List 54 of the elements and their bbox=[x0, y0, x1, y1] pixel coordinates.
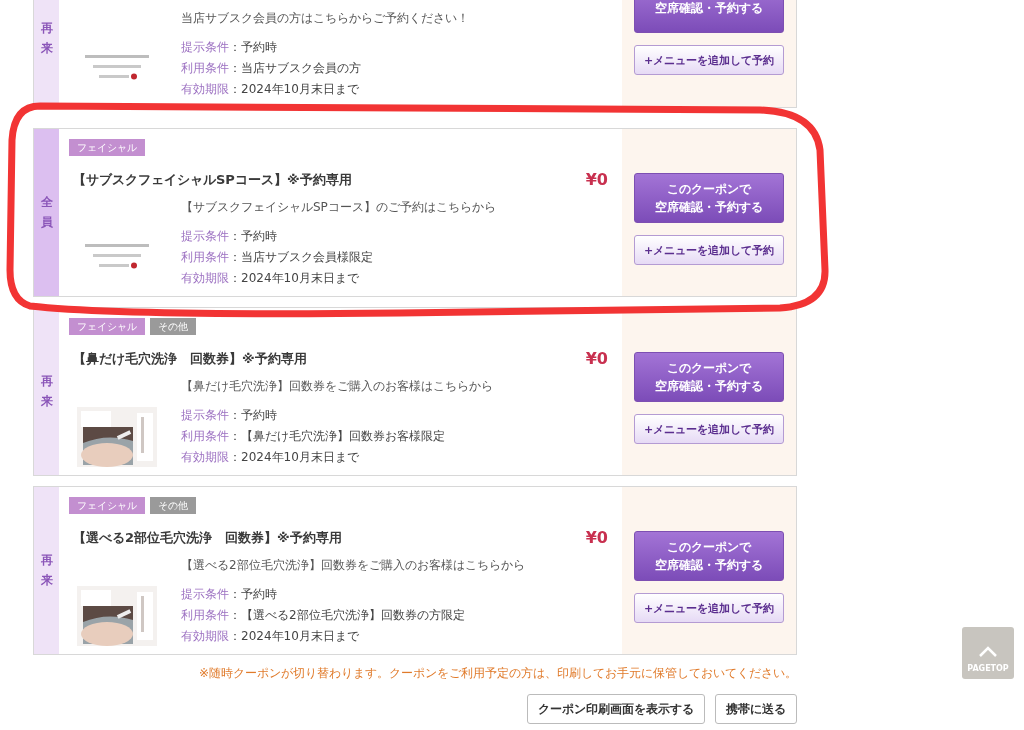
condition-label: 提示条件 bbox=[181, 407, 229, 423]
condition-value: ：予約時 bbox=[229, 407, 277, 423]
condition-label: 提示条件 bbox=[181, 228, 229, 244]
condition-label: 提示条件 bbox=[181, 586, 229, 602]
reserve-button[interactable]: このクーポンで 空席確認・予約する bbox=[634, 352, 784, 402]
notice-text: ※随時クーポンが切り替わります。クーポンをご利用予定の方は、印刷してお手元に保管しておいてください。 bbox=[198, 665, 797, 682]
coupon-title: 【鼻だけ毛穴洗浄 回数券】※予約専用 bbox=[73, 349, 307, 368]
category-tag: その他 bbox=[150, 497, 196, 514]
condition-label: 利用条件 bbox=[181, 60, 229, 76]
category-tag: フェイシャル bbox=[69, 497, 145, 514]
coupon-description: 当店サブスク会員の方はこちらからご予約ください！ bbox=[181, 10, 470, 27]
chevron-up-icon bbox=[978, 646, 998, 658]
add-menu-button[interactable]: +メニューを追加して予約 bbox=[634, 45, 784, 75]
condition-value: ：【鼻だけ毛穴洗浄】回数券お客様限定 bbox=[229, 428, 445, 444]
target-label: 再来 bbox=[34, 308, 59, 475]
reserve-button[interactable]: 空席確認・予約する bbox=[634, 0, 784, 33]
condition-value: ：当店サブスク会員様限定 bbox=[229, 249, 373, 265]
category-tag: フェイシャル bbox=[69, 139, 145, 156]
condition-label: 有効期限 bbox=[181, 449, 229, 465]
add-menu-button[interactable]: +メニューを追加して予約 bbox=[634, 414, 784, 444]
condition-value: ：2024年10月末日まで bbox=[229, 81, 359, 97]
add-menu-button[interactable]: +メニューを追加して予約 bbox=[634, 235, 784, 265]
reserve-button[interactable]: このクーポンで 空席確認・予約する bbox=[634, 531, 784, 581]
condition-value: ：当店サブスク会員の方 bbox=[229, 60, 361, 76]
condition-label: 有効期限 bbox=[181, 628, 229, 644]
condition-value: ：2024年10月末日まで bbox=[229, 270, 359, 286]
condition-value: ：予約時 bbox=[229, 586, 277, 602]
condition-label: 利用条件 bbox=[181, 607, 229, 623]
coupon-title: 【サブスクフェイシャルSPコース】※予約専用 bbox=[73, 170, 352, 189]
coupon-description: 【鼻だけ毛穴洗浄】回数券をご購入のお客様はこちらから bbox=[181, 378, 494, 395]
condition-value: ：2024年10月末日まで bbox=[229, 628, 359, 644]
target-label: 再来 bbox=[34, 487, 59, 654]
add-menu-button[interactable]: +メニューを追加して予約 bbox=[634, 593, 784, 623]
coupon-description: 【サブスクフェイシャルSPコース】のご予約はこちらから bbox=[181, 199, 497, 216]
condition-label: 提示条件 bbox=[181, 39, 229, 55]
coupon-price: ¥0 bbox=[585, 349, 608, 368]
condition-label: 有効期限 bbox=[181, 81, 229, 97]
condition-value: ：予約時 bbox=[229, 39, 277, 55]
condition-value: ：2024年10月末日まで bbox=[229, 449, 359, 465]
coupon-description: 【選べる2部位毛穴洗浄】回数券をご購入のお客様はこちらから bbox=[181, 557, 526, 574]
condition-label: 有効期限 bbox=[181, 270, 229, 286]
condition-label: 利用条件 bbox=[181, 249, 229, 265]
category-tag: フェイシャル bbox=[69, 318, 145, 335]
action-button[interactable]: クーポン印刷画面を表示する bbox=[527, 694, 705, 724]
category-tag: その他 bbox=[150, 318, 196, 335]
coupon-title: 【選べる2部位毛穴洗浄 回数券】※予約専用 bbox=[73, 528, 342, 547]
action-button[interactable]: 携帯に送る bbox=[715, 694, 797, 724]
coupon-price: ¥0 bbox=[585, 528, 608, 547]
target-label: 全員 bbox=[34, 129, 59, 296]
reserve-button[interactable]: このクーポンで 空席確認・予約する bbox=[634, 173, 784, 223]
coupon-price: ¥0 bbox=[585, 170, 608, 189]
condition-value: ：【選べる2部位毛穴洗浄】回数券の方限定 bbox=[229, 607, 465, 623]
condition-label: 利用条件 bbox=[181, 428, 229, 444]
condition-value: ：予約時 bbox=[229, 228, 277, 244]
